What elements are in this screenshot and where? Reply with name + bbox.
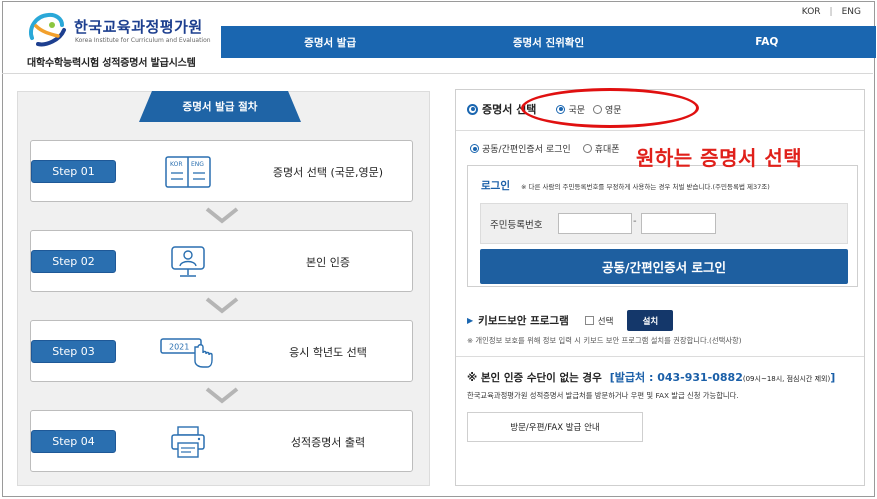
- logo-subtitle: Korea Institute for Curriculum and Evalu…: [75, 37, 211, 44]
- bullet-icon: [467, 103, 478, 115]
- radio-icon: [582, 144, 592, 153]
- kor-eng-book-icon: KOR ENG: [165, 156, 211, 188]
- step-label: 응시 학년도 선택: [289, 346, 367, 359]
- chevron-down-icon: [205, 207, 239, 224]
- no-auth-description: 한국교육과정평가원 성적증명서 발급처를 방문하거나 우편 및 FAX 발급 신…: [467, 391, 739, 400]
- login-warning-note: ※ 다른 사람의 주민등록번호를 부정하게 사용하는 경우 처벌 받습니다.(주…: [521, 183, 770, 191]
- nav-faq[interactable]: FAQ: [658, 26, 876, 58]
- rrn-label: 주민등록번호: [490, 220, 543, 231]
- monitor-user-icon: [171, 246, 205, 277]
- step-badge: Step 03: [31, 340, 116, 363]
- contact-hours: (09시~18시, 점심시간 제외): [742, 375, 831, 383]
- chevron-down-icon: [205, 387, 239, 404]
- section-divider: [456, 356, 864, 357]
- auth-option-certificate[interactable]: 공동/간편인증서 로그인: [470, 142, 571, 155]
- rrn-dash: -: [633, 216, 637, 227]
- main-nav: 증명서 발급 증명서 진위확인 FAQ: [221, 26, 876, 58]
- nav-issue-certificate[interactable]: 증명서 발급: [221, 26, 439, 58]
- svg-text:2021: 2021: [169, 343, 189, 352]
- certificate-login-button[interactable]: 공동/간편인증서 로그인: [480, 249, 848, 284]
- svg-text:KOR: KOR: [170, 161, 183, 168]
- checkbox-label: 선택: [597, 316, 614, 327]
- contact-phone: [발급처 : 043-931-0882: [609, 371, 743, 384]
- keyboard-security-note: ※ 개인정보 보호를 위해 정보 입력 시 키보드 보안 프로그램 설치를 권장…: [467, 336, 742, 345]
- step-label: 증명서 선택 (국문,영문): [272, 166, 384, 179]
- radio-selected-icon: [470, 144, 479, 153]
- auth-method-row: 공동/간편인증서 로그인 휴대폰: [470, 142, 632, 155]
- step-card-1: Step 01 KOR ENG 증명서 선택 (국문,영문): [30, 140, 413, 202]
- svg-text:ENG: ENG: [191, 161, 204, 168]
- visit-mail-fax-guide-button[interactable]: 방문/우편/FAX 발급 안내: [467, 412, 643, 442]
- annotation-text: 원하는 증명서 선택: [636, 146, 803, 170]
- auth-option-phone[interactable]: 휴대폰: [582, 142, 620, 155]
- keyboard-security-checkbox[interactable]: [584, 316, 594, 325]
- lang-eng-link[interactable]: ENG: [842, 7, 861, 17]
- system-title: 대학수학능력시험 성적증명서 발급시스템: [27, 58, 196, 69]
- step-card-2: Step 02 본인 인증: [30, 230, 413, 292]
- highlight-ellipse: [521, 88, 699, 128]
- kice-logo-icon: [29, 12, 66, 47]
- lang-kor-link[interactable]: KOR: [802, 7, 821, 17]
- nav-verify-certificate[interactable]: 증명서 진위확인: [439, 26, 657, 58]
- step-badge: Step 02: [31, 250, 116, 273]
- logo-name: 한국교육과정평가원: [74, 18, 203, 36]
- step-label: 성적증명서 출력: [290, 436, 366, 449]
- keyboard-security-title: 키보드보안 프로그램: [478, 315, 569, 327]
- chevron-down-icon: [205, 297, 239, 314]
- step-card-4: Step 04 성적증명서 출력: [30, 410, 413, 472]
- step-badge: Step 04: [31, 430, 116, 453]
- rrn-back-input[interactable]: [641, 213, 716, 234]
- no-auth-row: ※ 본인 인증 수단이 없는 경우 [발급처 : 043-931-0882 (0…: [467, 369, 835, 385]
- step-label: 본인 인증: [306, 256, 350, 269]
- no-auth-title: ※ 본인 인증 수단이 없는 경우: [467, 372, 602, 384]
- lang-separator: |: [829, 7, 833, 17]
- rrn-front-input[interactable]: [558, 213, 632, 234]
- section-divider: [456, 130, 864, 131]
- install-button[interactable]: 설치: [627, 310, 674, 331]
- header-divider: [2, 73, 873, 74]
- language-switch: KOR | ENG: [802, 7, 861, 17]
- step-card-3: Step 03 2021 응시 학년도 선택: [30, 320, 413, 382]
- year-click-icon: 2021: [160, 338, 213, 368]
- logo[interactable]: 한국교육과정평가원 Korea Institute for Curriculum…: [26, 10, 226, 55]
- printer-icon: [171, 426, 205, 458]
- procedure-tab: 증명서 발급 절차: [139, 91, 301, 122]
- triangle-right-icon: ▶: [467, 316, 474, 325]
- login-title: 로그인: [481, 180, 510, 192]
- step-badge: Step 01: [31, 160, 116, 183]
- contact-bracket: ]: [830, 371, 836, 384]
- keyboard-security-row: ▶ 키보드보안 프로그램 선택 설치: [467, 310, 674, 331]
